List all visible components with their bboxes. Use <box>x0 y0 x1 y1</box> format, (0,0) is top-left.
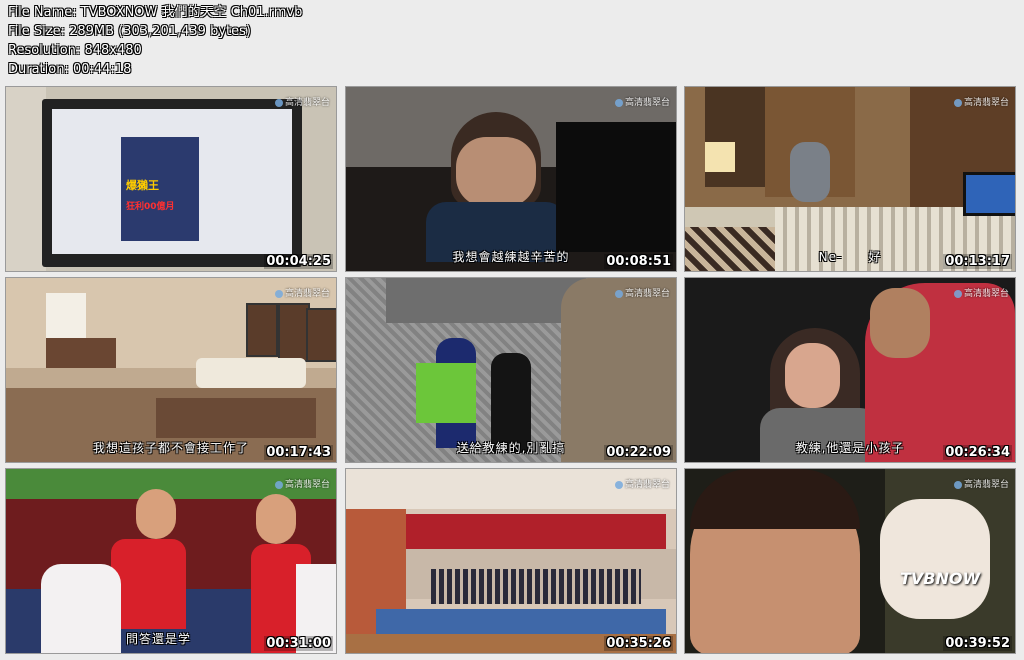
man-figure <box>790 142 830 202</box>
channel-logo: 高清翡翠台 <box>953 286 1009 299</box>
timestamp: 00:22:09 <box>604 445 673 460</box>
timestamp: 00:13:17 <box>943 254 1012 269</box>
audience <box>431 569 641 604</box>
timestamp: 00:31:00 <box>264 636 333 651</box>
resolution: Resolution: 848x480 <box>8 43 142 58</box>
green-bag <box>416 363 476 423</box>
thumbnail-9[interactable]: TVBNOW 高清翡翠台 00:39:52 <box>684 468 1016 654</box>
duration: Duration: 00:44:18 <box>8 62 132 77</box>
channel-logo: 高清翡翠台 <box>274 95 330 108</box>
thumbnail-8[interactable]: 高清翡翠台 00:35:26 <box>345 468 677 654</box>
file-name: File Name: TVBOXNOW 我們的天空 Ch01.rmvb <box>8 5 303 20</box>
channel-logo: 高清翡翠台 <box>953 477 1009 490</box>
channel-logo: 高清翡翠台 <box>614 477 670 490</box>
timestamp: 00:04:25 <box>264 254 333 269</box>
boy-figure <box>111 539 186 629</box>
channel-logo: 高清翡翠台 <box>614 286 670 299</box>
poster-title: 爆獺王 <box>126 179 159 192</box>
timestamp: 00:17:43 <box>264 445 333 460</box>
thumbnail-3[interactable]: 高清翡翠台 Ne- 好 00:13:17 <box>684 86 1016 272</box>
thumbnail-7[interactable]: 高清翡翠台 問答還是学 00:31:00 <box>5 468 337 654</box>
channel-logo: 高清翡翠台 <box>274 477 330 490</box>
thumbnail-6[interactable]: 高清翡翠台 教練,他還是小孩子 00:26:34 <box>684 277 1016 463</box>
timestamp: 00:35:26 <box>604 636 673 651</box>
channel-logo: 高清翡翠台 <box>274 286 330 299</box>
channel-logo: 高清翡翠台 <box>614 95 670 108</box>
watermark: TVBNOW <box>900 569 981 588</box>
timestamp: 00:08:51 <box>604 254 673 269</box>
poster-subtitle: 狂利00億月 <box>126 202 175 212</box>
timestamp: 00:26:34 <box>943 445 1012 460</box>
thumbnail-4[interactable]: 高清翡翠台 我想這孩子都不會接工作了 00:17:43 <box>5 277 337 463</box>
channel-logo: 高清翡翠台 <box>953 95 1009 108</box>
thumbnail-2[interactable]: 高清翡翠台 我想會越練越辛苦的 00:08:51 <box>345 86 677 272</box>
thumbnail-5[interactable]: 高清翡翠台 送給教練的,別亂搞 00:22:09 <box>345 277 677 463</box>
thumbnail-1[interactable]: 爆獺王 狂利00億月 高清翡翠台 00:04:25 <box>5 86 337 272</box>
file-size: File Size: 289MB (303,201,439 bytes) <box>8 24 251 39</box>
timestamp: 00:39:52 <box>943 636 1012 651</box>
